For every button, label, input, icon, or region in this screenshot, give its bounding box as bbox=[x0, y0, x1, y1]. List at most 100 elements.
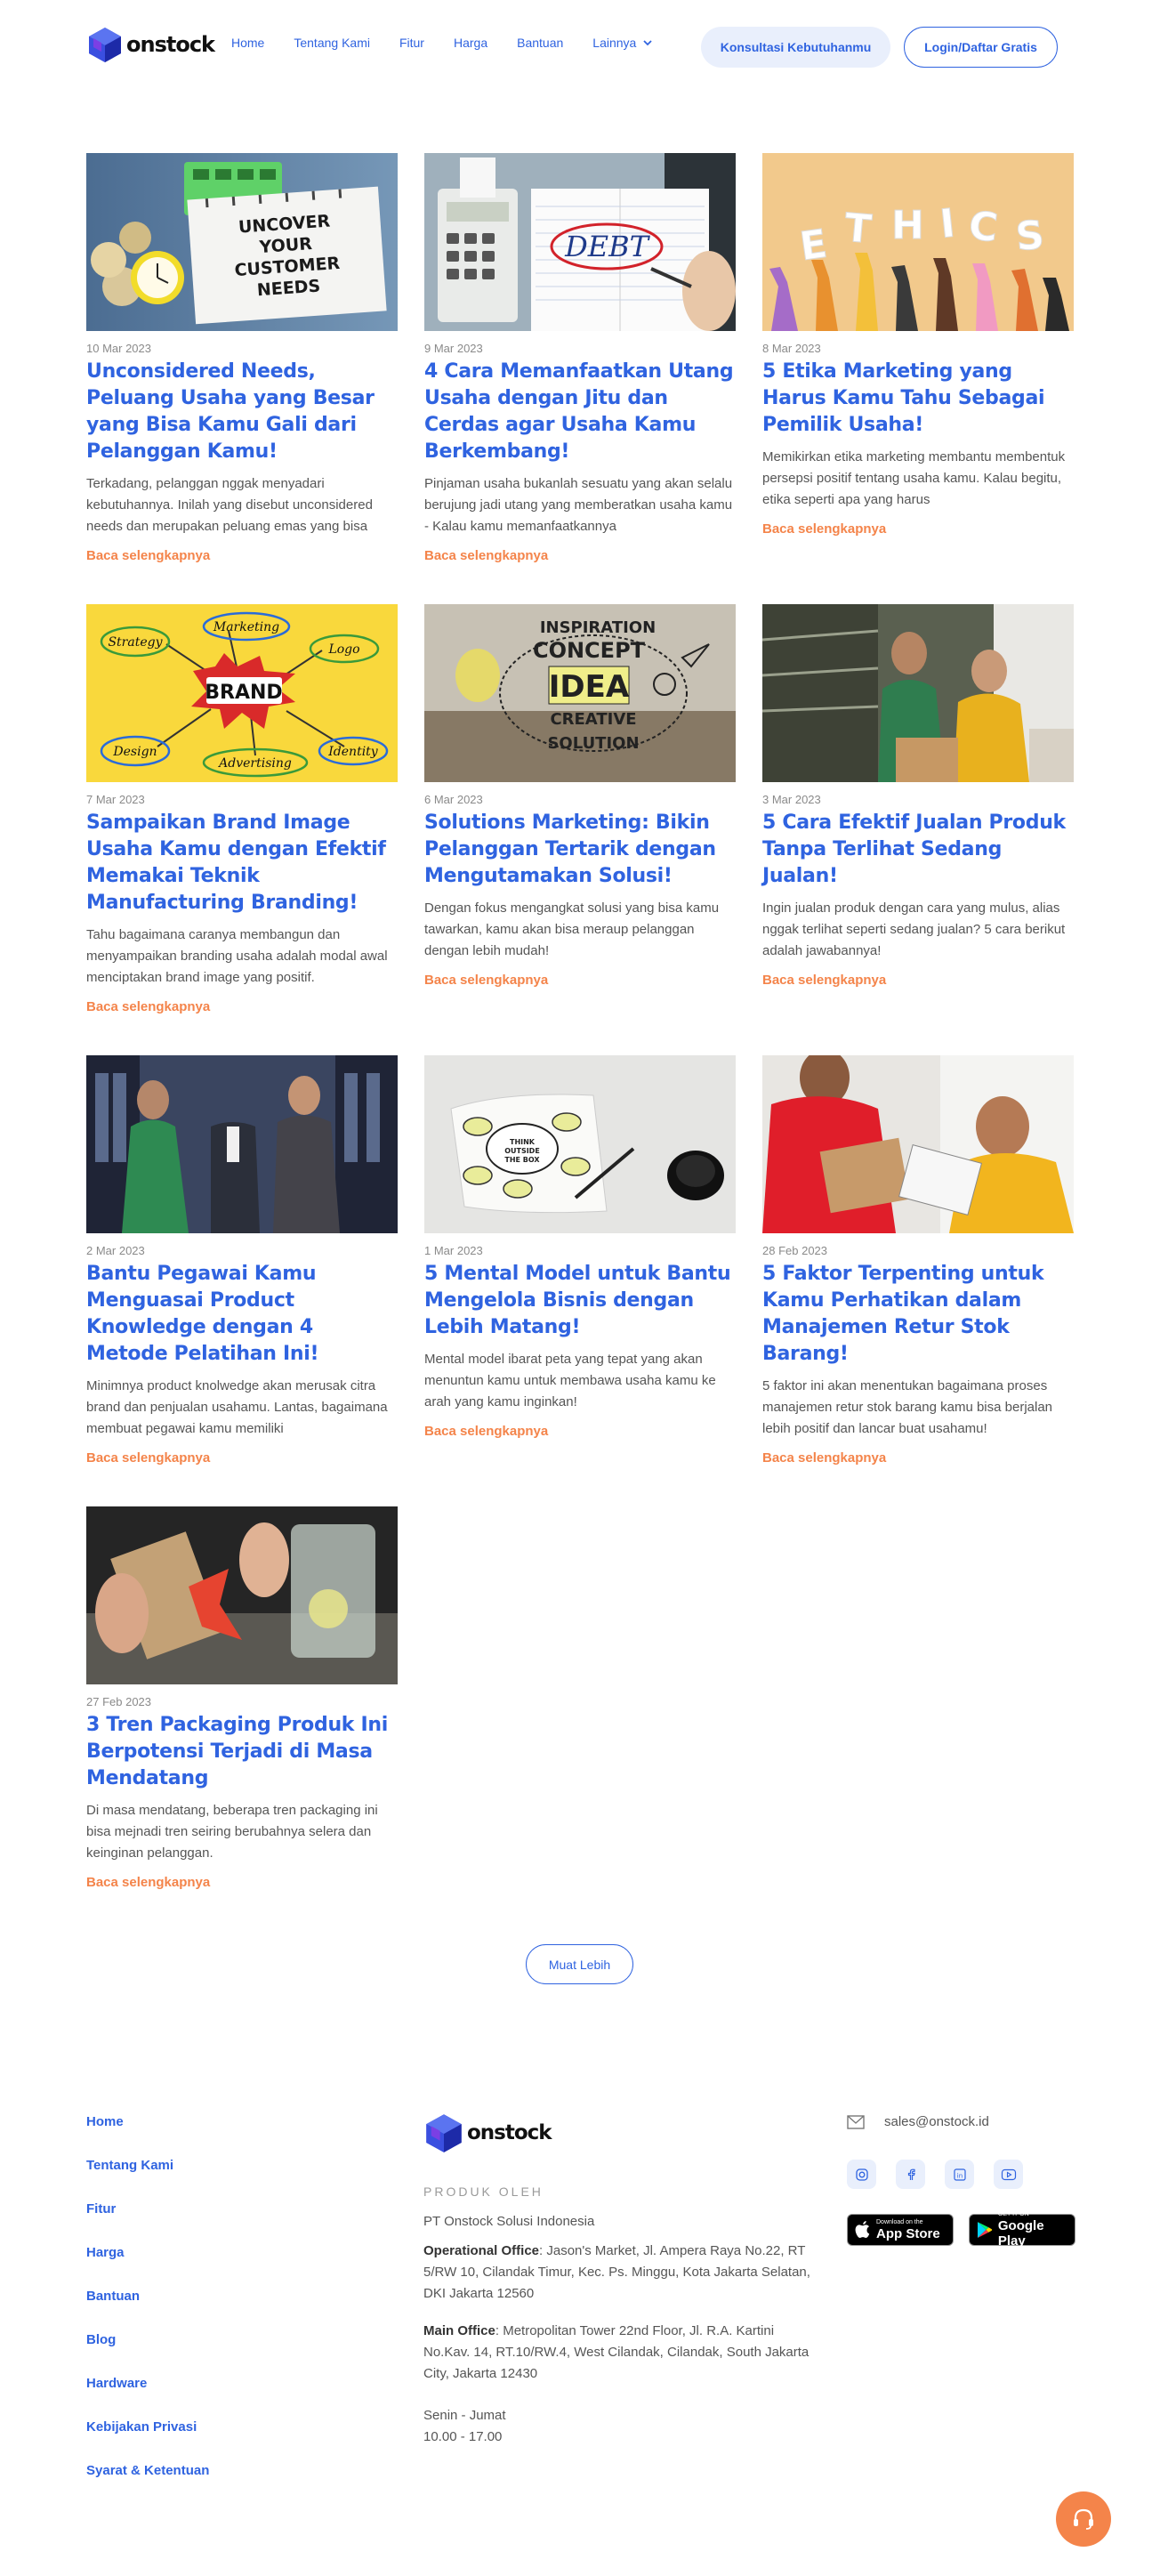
article-card: 27 Feb 2023 3 Tren Packaging Produk Ini … bbox=[86, 1506, 398, 1891]
article-thumbnail[interactable] bbox=[762, 1055, 1074, 1233]
footer-link-privacy[interactable]: Kebijakan Privasi bbox=[86, 2419, 209, 2463]
office-hours: Senin - Jumat 10.00 - 17.00 bbox=[423, 2405, 506, 2448]
footer-link-terms[interactable]: Syarat & Ketentuan bbox=[86, 2463, 209, 2507]
article-thumbnail[interactable] bbox=[762, 604, 1074, 782]
article-date: 6 Mar 2023 bbox=[424, 793, 483, 806]
read-more-link[interactable]: Baca selengkapnya bbox=[86, 999, 210, 1014]
read-more-link[interactable]: Baca selengkapnya bbox=[86, 548, 210, 563]
article-date: 8 Mar 2023 bbox=[762, 342, 821, 355]
footer-link-hardware[interactable]: Hardware bbox=[86, 2376, 209, 2419]
footer-link-harga[interactable]: Harga bbox=[86, 2245, 209, 2289]
app-store-small-text: Download on the bbox=[876, 2218, 923, 2225]
nav-tentang-kami[interactable]: Tentang Kami bbox=[294, 36, 370, 50]
footer-logo[interactable]: onstock bbox=[423, 2112, 552, 2153]
article-excerpt: Memikirkan etika marketing membantu memb… bbox=[762, 449, 1066, 507]
support-chat-button[interactable] bbox=[1056, 2491, 1111, 2547]
svg-text:Strategy: Strategy bbox=[108, 635, 163, 650]
linkedin-icon[interactable]: in bbox=[945, 2160, 974, 2189]
app-store-badges: Download on the App Store GET IT ON Google… bbox=[847, 2211, 1075, 2249]
article-date: 28 Feb 2023 bbox=[762, 1244, 828, 1257]
company-name: PT Onstock Solusi Indonesia bbox=[423, 2214, 595, 2229]
article-thumbnail[interactable]: UNCOVER YOUR CUSTOMER NEEDS bbox=[86, 153, 398, 331]
operational-office: Operational Office: Jason's Market, Jl. … bbox=[423, 2241, 815, 2305]
site-header: onstock Home Tentang Kami Fitur Harga Ba… bbox=[0, 0, 1160, 94]
article-card: 2 Mar 2023 Bantu Pegawai Kamu Menguasai … bbox=[86, 1055, 398, 1466]
footer-link-blog[interactable]: Blog bbox=[86, 2332, 209, 2376]
footer-email[interactable]: sales@onstock.id bbox=[847, 2114, 989, 2129]
read-more-link[interactable]: Baca selengkapnya bbox=[424, 548, 548, 563]
app-store-big-text: App Store bbox=[876, 2225, 940, 2241]
headset-icon bbox=[1074, 2508, 1093, 2530]
article-excerpt: Ingin jualan produk dengan cara yang mul… bbox=[762, 900, 1066, 958]
article-title[interactable]: 5 Cara Efektif Jualan Produk Tanpa Terli… bbox=[762, 810, 1074, 890]
footer-link-home[interactable]: Home bbox=[86, 2114, 209, 2158]
svg-text:OUTSIDE: OUTSIDE bbox=[504, 1147, 540, 1155]
article-thumbnail[interactable]: BRAND Strategy Marketing Logo Design Adv… bbox=[86, 604, 398, 782]
article-title[interactable]: 4 Cara Memanfaatkan Utang Usaha dengan J… bbox=[424, 359, 736, 465]
read-more-link[interactable]: Baca selengkapnya bbox=[762, 521, 886, 537]
article-thumbnail[interactable]: E T H I C S bbox=[762, 153, 1074, 331]
article-title[interactable]: Sampaikan Brand Image Usaha Kamu dengan … bbox=[86, 810, 398, 917]
footer-link-bantuan[interactable]: Bantuan bbox=[86, 2289, 209, 2332]
svg-text:Logo: Logo bbox=[327, 642, 359, 657]
article-thumbnail[interactable] bbox=[86, 1506, 398, 1684]
footer-link-tentang-kami[interactable]: Tentang Kami bbox=[86, 2158, 209, 2201]
article-title[interactable]: Bantu Pegawai Kamu Menguasai Product Kno… bbox=[86, 1261, 398, 1368]
article-title[interactable]: Unconsidered Needs, Peluang Usaha yang B… bbox=[86, 359, 398, 465]
article-card: 28 Feb 2023 5 Faktor Terpenting untuk Ka… bbox=[762, 1055, 1074, 1466]
facebook-icon[interactable] bbox=[896, 2160, 925, 2189]
footer-link-fitur[interactable]: Fitur bbox=[86, 2201, 209, 2245]
office-hours-time: 10.00 - 17.00 bbox=[423, 2429, 503, 2444]
svg-text:Design: Design bbox=[112, 745, 157, 759]
app-store-badge[interactable]: Download on the App Store bbox=[847, 2214, 954, 2246]
google-play-badge[interactable]: GET IT ON Google Play bbox=[969, 2211, 1075, 2249]
article-title[interactable]: 5 Etika Marketing yang Harus Kamu Tahu S… bbox=[762, 359, 1074, 439]
nav-bantuan[interactable]: Bantuan bbox=[517, 36, 563, 50]
article-title[interactable]: 5 Faktor Terpenting untuk Kamu Perhatika… bbox=[762, 1261, 1074, 1368]
consult-button[interactable]: Konsultasi Kebutuhanmu bbox=[701, 27, 890, 68]
instagram-icon[interactable] bbox=[847, 2160, 876, 2189]
svg-text:Marketing: Marketing bbox=[213, 620, 279, 634]
article-excerpt: Pinjaman usaha bukanlah sesuatu yang aka… bbox=[424, 476, 733, 534]
operational-office-label: Operational Office bbox=[423, 2243, 540, 2258]
svg-text:INSPIRATION: INSPIRATION bbox=[540, 618, 656, 637]
svg-text:Advertising: Advertising bbox=[217, 756, 292, 771]
nav-harga[interactable]: Harga bbox=[454, 36, 487, 50]
load-more-button[interactable]: Muat Lebih bbox=[526, 1944, 633, 1984]
nav-home[interactable]: Home bbox=[231, 36, 264, 50]
onstock-logo[interactable]: onstock bbox=[86, 26, 215, 63]
svg-text:YOUR: YOUR bbox=[258, 234, 313, 257]
nav-lainnya[interactable]: Lainnya bbox=[592, 36, 652, 50]
read-more-link[interactable]: Baca selengkapnya bbox=[86, 1450, 210, 1466]
article-date: 10 Mar 2023 bbox=[86, 342, 151, 355]
svg-text:T: T bbox=[842, 206, 873, 253]
login-register-button[interactable]: Login/Daftar Gratis bbox=[904, 27, 1058, 68]
nav-fitur[interactable]: Fitur bbox=[399, 36, 424, 50]
article-title[interactable]: 3 Tren Packaging Produk Ini Berpotensi T… bbox=[86, 1712, 398, 1792]
article-card: BRAND Strategy Marketing Logo Design Adv… bbox=[86, 604, 398, 1015]
article-thumbnail[interactable]: THINK OUTSIDE THE BOX bbox=[424, 1055, 736, 1233]
article-thumbnail[interactable] bbox=[86, 1055, 398, 1233]
article-excerpt: Terkadang, pelanggan nggak menyadari keb… bbox=[86, 476, 373, 534]
read-more-link[interactable]: Baca selengkapnya bbox=[424, 973, 548, 988]
chevron-down-icon bbox=[643, 40, 652, 46]
svg-text:CREATIVE: CREATIVE bbox=[550, 710, 636, 729]
read-more-link[interactable]: Baca selengkapnya bbox=[762, 973, 886, 988]
svg-text:THINK: THINK bbox=[510, 1138, 536, 1146]
article-date: 3 Mar 2023 bbox=[762, 793, 821, 806]
article-card: DEBT 9 Mar 2023 4 Cara Memanfaatkan Utan… bbox=[424, 153, 736, 564]
article-thumbnail[interactable]: INSPIRATION CONCEPT IDEA CREATIVE SOLUTI… bbox=[424, 604, 736, 782]
logo-text: onstock bbox=[467, 2121, 552, 2144]
article-title[interactable]: 5 Mental Model untuk Bantu Mengelola Bis… bbox=[424, 1261, 736, 1341]
article-date: 1 Mar 2023 bbox=[424, 1244, 483, 1257]
article-card: E T H I C S 8 Mar 2023 5 Etika Marketing… bbox=[762, 153, 1074, 537]
read-more-link[interactable]: Baca selengkapnya bbox=[86, 1875, 210, 1890]
youtube-icon[interactable] bbox=[994, 2160, 1023, 2189]
read-more-link[interactable]: Baca selengkapnya bbox=[762, 1450, 886, 1466]
google-play-small-text: GET IT ON bbox=[997, 2211, 1029, 2217]
logo-text: onstock bbox=[126, 32, 215, 57]
article-title[interactable]: Solutions Marketing: Bikin Pelanggan Ter… bbox=[424, 810, 736, 890]
article-thumbnail[interactable]: DEBT bbox=[424, 153, 736, 331]
read-more-link[interactable]: Baca selengkapnya bbox=[424, 1424, 548, 1439]
article-card: INSPIRATION CONCEPT IDEA CREATIVE SOLUTI… bbox=[424, 604, 736, 989]
